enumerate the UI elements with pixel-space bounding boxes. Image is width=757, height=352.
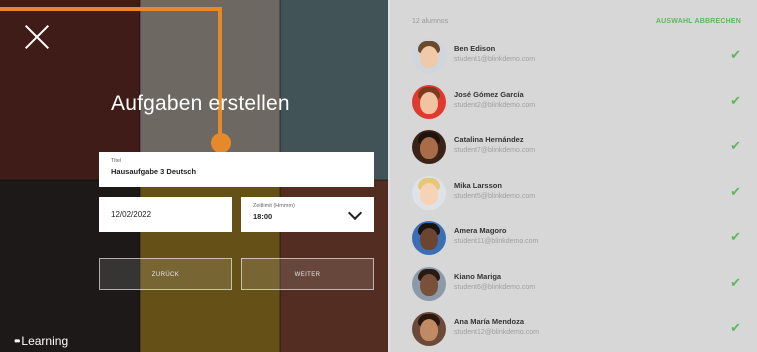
- list-item[interactable]: Ben Edison student1@blinkdemo.com ✔: [388, 35, 757, 81]
- avatar: [412, 266, 446, 301]
- student-name: Amera Magoro: [454, 226, 507, 235]
- student-selection-panel: 12 alumnos AUSWAHL ABBRECHEN Ben Edison …: [388, 0, 757, 352]
- page-title: Aufgaben erstellen: [111, 92, 290, 115]
- student-list: Ben Edison student1@blinkdemo.com ✔ José…: [388, 35, 757, 352]
- chevron-down-icon: [347, 205, 363, 221]
- checkmark-icon[interactable]: ✔: [730, 184, 741, 200]
- student-email: student5@blinkdemo.com: [454, 192, 536, 200]
- brand-logo: •• Learning: [14, 334, 68, 348]
- date-field[interactable]: 12/02/2022: [99, 197, 232, 232]
- student-count: 12 alumnos: [412, 18, 449, 25]
- student-name: Mika Larsson: [454, 180, 502, 190]
- avatar: [412, 312, 446, 346]
- annotation-marker: [211, 133, 231, 153]
- avatar: [412, 175, 446, 210]
- student-email: student6@blinkdemo.com: [454, 283, 536, 291]
- checkmark-icon[interactable]: ✔: [730, 275, 741, 291]
- avatar: [412, 84, 446, 119]
- student-name: Kiano Mariga: [454, 271, 502, 281]
- student-email: student11@blinkdemo.com: [454, 238, 539, 245]
- checkmark-icon[interactable]: ✔: [730, 320, 741, 336]
- list-item[interactable]: José Gómez García student2@blinkdemo.com…: [388, 81, 757, 127]
- next-button[interactable]: WEITER: [241, 258, 374, 290]
- checkmark-icon[interactable]: ✔: [730, 229, 741, 245]
- avatar: [412, 221, 446, 255]
- list-item[interactable]: Mika Larsson student5@blinkdemo.com ✔: [388, 172, 757, 218]
- student-name: Ana María Mendoza: [454, 317, 525, 326]
- brand-logo-dots: ••: [14, 334, 21, 348]
- deselect-all-button[interactable]: AUSWAHL ABBRECHEN: [656, 18, 741, 25]
- checkmark-icon[interactable]: ✔: [730, 93, 741, 109]
- title-field[interactable]: Titel Hausaufgabe 3 Deutsch: [99, 152, 374, 187]
- student-email: student12@blinkdemo.com: [454, 329, 539, 336]
- list-item[interactable]: Catalina Hernández student7@blinkdemo.co…: [388, 126, 757, 172]
- avatar: [412, 39, 446, 73]
- list-item[interactable]: Ana María Mendoza student12@blinkdemo.co…: [388, 308, 757, 352]
- list-item[interactable]: Kiano Mariga student6@blinkdemo.com ✔: [388, 263, 757, 309]
- student-email: student7@blinkdemo.com: [454, 147, 536, 154]
- student-name: Ben Edison: [454, 44, 496, 53]
- date-field-value: 12/02/2022: [111, 210, 152, 219]
- annotation-line: [218, 7, 222, 142]
- checkmark-icon[interactable]: ✔: [730, 138, 741, 154]
- brand-logo-text: Learning: [21, 334, 69, 348]
- app-screen: Aufgaben erstellen Titel Hausaufgabe 3 D…: [0, 0, 757, 352]
- title-field-value: Hausaufgabe 3 Deutsch: [111, 167, 197, 176]
- student-email: student2@blinkdemo.com: [454, 101, 536, 109]
- close-icon[interactable]: [24, 24, 50, 50]
- back-button[interactable]: ZURÜCK: [99, 258, 232, 290]
- list-item[interactable]: Amera Magoro student11@blinkdemo.com ✔: [388, 217, 757, 263]
- avatar: [412, 130, 446, 164]
- checkmark-icon[interactable]: ✔: [730, 47, 741, 63]
- time-limit-label: Zeitlimit (Hmmm): [253, 203, 295, 209]
- title-field-label: Titel: [111, 158, 122, 164]
- time-limit-select[interactable]: Zeitlimit (Hmmm) 18:00: [241, 197, 374, 232]
- student-name: José Gómez García: [454, 89, 524, 99]
- annotation-line: [0, 7, 222, 11]
- student-email: student1@blinkdemo.com: [454, 56, 536, 63]
- time-limit-value: 18:00: [253, 212, 273, 221]
- student-name: Catalina Hernández: [454, 135, 524, 144]
